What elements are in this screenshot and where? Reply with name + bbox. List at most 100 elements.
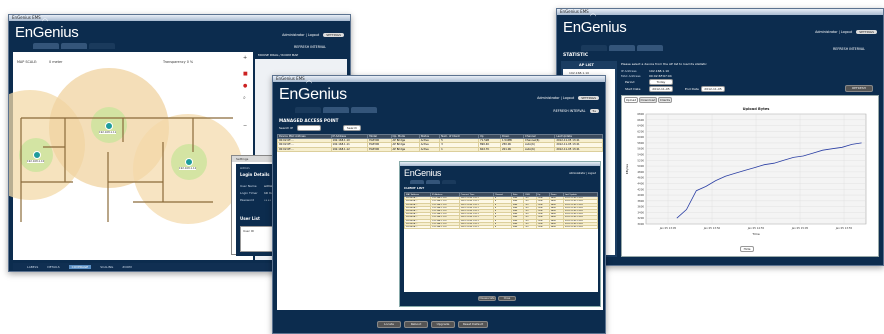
- reset-default-button[interactable]: Reset Default: [458, 321, 488, 328]
- wifi-icon: ◠: [306, 80, 312, 87]
- settings-row: Password: [240, 198, 255, 202]
- tab-2[interactable]: [609, 45, 635, 51]
- admin-logout-link[interactable]: Administrator | Logout: [815, 30, 852, 34]
- nav-scaling[interactable]: SCALING: [100, 265, 113, 269]
- mac-label: MAC Address: [621, 74, 641, 78]
- end-date-label: End Date: [685, 87, 699, 91]
- search-icon[interactable]: ⌕: [243, 96, 246, 101]
- chart-tab-download[interactable]: Download: [639, 97, 657, 103]
- close-button[interactable]: Close: [498, 296, 516, 301]
- ap-marker[interactable]: [105, 122, 113, 130]
- tab-1[interactable]: [581, 45, 607, 51]
- tab-2[interactable]: [323, 107, 349, 113]
- zoom-in-icon[interactable]: +: [243, 56, 247, 61]
- table-cell: EAP300: [367, 146, 392, 152]
- ap-marker[interactable]: [33, 151, 41, 159]
- nav-details[interactable]: DETAILS: [47, 265, 59, 269]
- period-select[interactable]: Today: [649, 79, 673, 85]
- chart-tabs: Upload Download Clients: [624, 97, 672, 103]
- tab-3[interactable]: [89, 43, 115, 49]
- window-titlebar[interactable]: EnGenius EMS: [557, 9, 883, 15]
- upgrade-button[interactable]: Upgrade: [431, 321, 455, 328]
- table-cell: 2012-11-05 13:41: [562, 224, 598, 230]
- settings-row-value[interactable]: ••••: [264, 198, 271, 202]
- refresh-select[interactable]: 5s: [589, 109, 599, 113]
- map-area[interactable]: MAP SCALE: 0 meter Transparency 0 % 192.…: [9, 52, 253, 260]
- disassociate-button[interactable]: Disassociate: [478, 296, 496, 301]
- ap-marker[interactable]: [185, 158, 193, 166]
- chart-tab-upload[interactable]: Upload: [624, 97, 638, 103]
- table-cell: AP Bridge: [390, 146, 420, 152]
- nav-labels[interactable]: LABELS: [27, 265, 38, 269]
- search-button[interactable]: Search: [343, 125, 361, 131]
- tab-1[interactable]: [295, 107, 321, 113]
- zoom-out-icon[interactable]: −: [243, 124, 247, 129]
- tab-1[interactable]: [33, 43, 59, 49]
- start-date-input[interactable]: 2012-11-05: [649, 86, 673, 92]
- settings-button[interactable]: SETTINGS: [578, 96, 599, 100]
- y-tick-label: 5200: [637, 158, 644, 162]
- nav-coverage[interactable]: COVERAGE: [68, 264, 92, 269]
- x-tick-label: Jan 05 13:50: [703, 226, 721, 230]
- tab-3[interactable]: [442, 180, 456, 184]
- table-cell: 00:1A:2B:...: [404, 224, 432, 230]
- instruction-text: Please select a device from the AP list …: [621, 62, 707, 66]
- client-window-titlebar[interactable]: [400, 162, 600, 166]
- table-cell: 340K: [548, 224, 564, 230]
- refresh-button[interactable]: REFRESH: [845, 85, 873, 92]
- top-tabs: [581, 45, 663, 51]
- client-header-links[interactable]: Administrator | Logout: [569, 172, 596, 175]
- admin-logout-link[interactable]: Administrator | Logout: [282, 33, 319, 37]
- end-date-input[interactable]: 2012-11-05: [701, 86, 725, 92]
- y-tick-label: 4600: [637, 176, 644, 180]
- statistic-heading: STATISTIC: [563, 53, 589, 58]
- tab-2[interactable]: [426, 180, 440, 184]
- settings-button[interactable]: SETTINGS: [323, 33, 344, 37]
- y-tick-label: 3000: [637, 222, 644, 226]
- x-axis-label: Time: [751, 232, 759, 236]
- floor-plan: [20, 117, 233, 222]
- y-tick-label: 6400: [637, 124, 644, 128]
- admin-logout-link[interactable]: Administrator | Logout: [537, 96, 574, 100]
- tab-3[interactable]: [637, 45, 663, 51]
- chart-tab-clients[interactable]: Clients: [658, 97, 672, 103]
- table-cell: 120K: [535, 224, 550, 230]
- stats-panel: Please select a device from the AP list …: [619, 61, 881, 261]
- window-titlebar[interactable]: EnGenius EMS: [273, 76, 605, 82]
- logo-text: EnGenius: [404, 168, 442, 178]
- table-cell: 192.168.1.12: [330, 146, 369, 152]
- locate-button[interactable]: Locate: [377, 321, 401, 328]
- period-label: Period: [625, 80, 635, 84]
- alert-icon[interactable]: ●: [243, 84, 247, 89]
- reboot-button[interactable]: Reboot: [404, 321, 428, 328]
- logo-text: EnGenius: [563, 19, 627, 36]
- y-tick-label: 6200: [637, 129, 644, 133]
- lock-icon[interactable]: ■: [243, 72, 248, 77]
- settings-button[interactable]: SETTINGS: [856, 30, 877, 34]
- y-tick-label: 5800: [637, 141, 644, 145]
- nav-zoom[interactable]: ZOOM: [122, 265, 131, 269]
- footer-buttons: Locate Reboot Upgrade Reset Default: [377, 321, 488, 328]
- y-axis-label: KBytes: [625, 163, 629, 174]
- y-tick-label: 6800: [637, 112, 644, 116]
- y-tick-label: 4800: [637, 170, 644, 174]
- table-cell: 2012-11-05 13:41: [554, 146, 603, 152]
- user-list-title: User List: [240, 216, 260, 221]
- table-cell: 6: [492, 224, 513, 230]
- y-tick-label: 4000: [637, 193, 644, 197]
- tab-1[interactable]: [410, 180, 424, 184]
- tab-3[interactable]: [351, 107, 377, 113]
- client-tabs: [410, 180, 456, 184]
- table-row[interactable]: 00:02:6F:... 192.168.1.12 EAP300 AP Bridge A…: [277, 146, 603, 152]
- client-table: MAC Address IP Address Connect Time Channel…: [404, 192, 598, 230]
- settings-title: Settings: [236, 157, 249, 161]
- ip-label: IP Address: [621, 69, 637, 73]
- refresh-interval: REFRESH INTERVAL: [832, 47, 865, 51]
- table-row[interactable]: 00:1A:2B:... 192.168.1.101 2012-11-05 13:2…: [404, 224, 598, 230]
- client-window: EnGenius Administrator | Logout CLIENT L…: [399, 161, 601, 307]
- client-logo: EnGenius: [404, 168, 441, 178]
- hide-button[interactable]: Hide: [740, 246, 754, 252]
- window-titlebar[interactable]: EnGenius EMS: [9, 15, 350, 21]
- search-input[interactable]: [297, 125, 321, 131]
- tab-2[interactable]: [61, 43, 87, 49]
